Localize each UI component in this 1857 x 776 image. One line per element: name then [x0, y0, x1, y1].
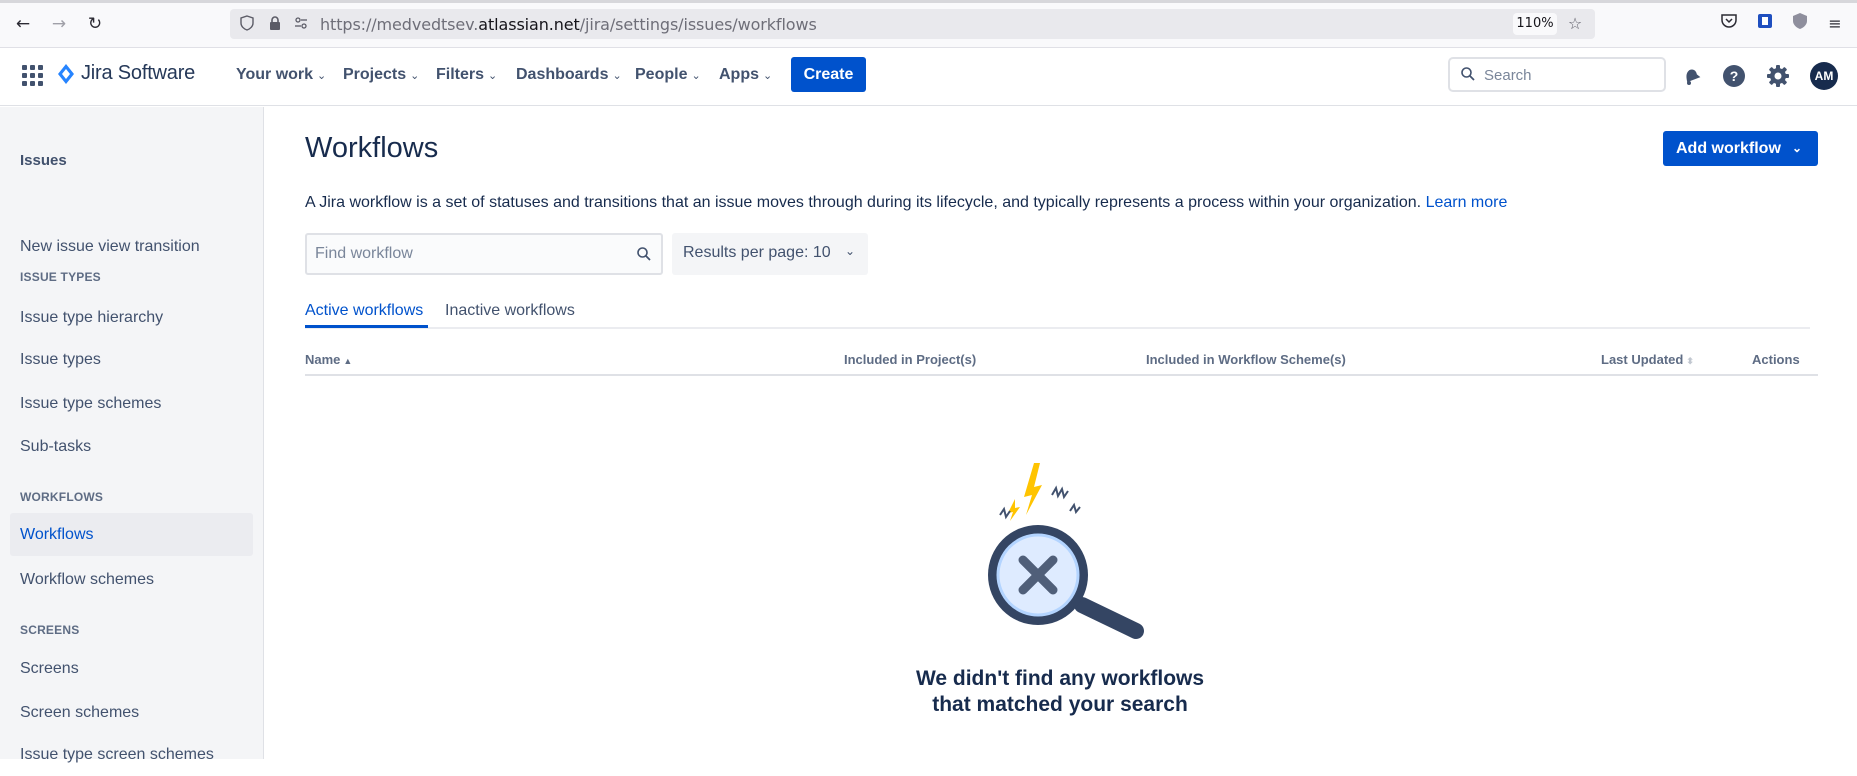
add-workflow-button[interactable]: Add workflow ⌄	[1663, 131, 1818, 166]
sidebar-section-screens: SCREENS	[20, 623, 80, 637]
tab-active-workflows[interactable]: Active workflows	[305, 302, 423, 320]
page-title: Workflows	[305, 132, 439, 164]
app-switcher-icon[interactable]	[22, 65, 44, 87]
nav-label: Filters	[436, 66, 485, 83]
add-workflow-label: Add workflow	[1676, 140, 1781, 157]
bookmark-star-icon[interactable]: ☆	[1566, 15, 1584, 33]
sidebar-title: Issues	[20, 152, 67, 169]
logo-text: Jira Software	[81, 62, 196, 84]
tab-inactive-workflows[interactable]: Inactive workflows	[445, 302, 575, 320]
chevron-down-icon: ⌄	[488, 70, 498, 82]
column-header-workflow-schemes: Included in Workflow Scheme(s)	[1146, 352, 1346, 367]
url-domain: atlassian.net	[478, 15, 580, 34]
sidebar-item-screens[interactable]: Screens	[10, 647, 253, 690]
zoom-level[interactable]: 110%	[1513, 13, 1557, 35]
sidebar-item-sub-tasks[interactable]: Sub-tasks	[10, 425, 253, 468]
menu-icon[interactable]: ≡	[1823, 12, 1847, 36]
empty-state-message: We didn't find any workflows that matche…	[880, 666, 1240, 718]
sidebar-item-issue-types[interactable]: Issue types	[10, 338, 253, 381]
page-description: A Jira workflow is a set of statuses and…	[305, 194, 1507, 212]
shield-icon[interactable]	[238, 15, 256, 33]
nav-people[interactable]: People ⌄	[635, 66, 701, 84]
lock-icon[interactable]	[266, 15, 284, 33]
column-label: Name	[305, 352, 341, 367]
reload-icon[interactable]: ↻	[83, 12, 107, 36]
back-icon[interactable]: ←	[11, 12, 35, 36]
column-header-last-updated[interactable]: Last Updated ⬍	[1601, 352, 1694, 367]
search-icon	[1461, 67, 1475, 81]
sort-icon: ⬍	[1686, 356, 1694, 366]
nav-apps[interactable]: Apps ⌄	[719, 66, 772, 84]
chevron-down-icon: ⌄	[612, 70, 622, 82]
sidebar-item-issue-type-screen-schemes[interactable]: Issue type screen schemes	[10, 733, 253, 776]
jira-diamond-icon	[58, 63, 74, 84]
learn-more-link[interactable]: Learn more	[1426, 194, 1508, 211]
search-icon	[637, 247, 651, 261]
address-bar[interactable]: https://medvedtsev.atlassian.net/jira/se…	[230, 9, 1595, 39]
permissions-icon[interactable]	[292, 15, 310, 33]
results-per-page-value: Results per page: 10	[683, 244, 831, 261]
sidebar-section-issue-types: ISSUE TYPES	[20, 270, 101, 284]
nav-projects[interactable]: Projects ⌄	[343, 66, 419, 84]
chevron-down-icon: ⌄	[1791, 141, 1802, 155]
url-text[interactable]: https://medvedtsev.atlassian.net/jira/se…	[320, 15, 817, 34]
forward-icon[interactable]: →	[47, 12, 71, 36]
sidebar: Issues New issue view transition ISSUE T…	[0, 107, 264, 763]
jira-logo[interactable]: Jira Software	[57, 62, 195, 85]
nav-label: Apps	[719, 66, 759, 83]
description-text: A Jira workflow is a set of statuses and…	[305, 194, 1422, 211]
empty-state-line-2: that matched your search	[932, 693, 1188, 716]
top-navigation: Jira Software Your work ⌄ Projects ⌄ Filte…	[0, 48, 1857, 106]
sidebar-item-workflows[interactable]: Workflows	[10, 513, 253, 556]
browser-tab-strip	[0, 0, 1857, 3]
search-placeholder: Search	[1484, 67, 1532, 84]
create-button[interactable]: Create	[791, 57, 866, 92]
sidebar-item-new-issue-view-transition[interactable]: New issue view transition	[10, 225, 253, 268]
find-workflow-input[interactable]: Find workflow	[305, 233, 663, 275]
chevron-down-icon: ⌄	[844, 244, 855, 258]
nav-label: People	[635, 66, 688, 83]
nav-label: Your work	[236, 66, 314, 83]
nav-dashboards[interactable]: Dashboards ⌄	[516, 66, 622, 84]
column-header-name[interactable]: Name ▲	[305, 352, 352, 367]
svg-text:?: ?	[1730, 68, 1739, 84]
results-per-page-select[interactable]: Results per page: 10 ⌄	[672, 233, 868, 275]
url-path: /jira/settings/issues/workflows	[579, 15, 817, 34]
sidebar-item-issue-type-schemes[interactable]: Issue type schemes	[10, 382, 253, 425]
search-input[interactable]: Search	[1448, 57, 1666, 92]
sort-ascending-icon: ▲	[343, 356, 353, 366]
find-workflow-placeholder: Find workflow	[315, 245, 413, 262]
column-header-projects: Included in Project(s)	[844, 352, 977, 367]
extension-shield-icon[interactable]	[1788, 12, 1812, 36]
chevron-down-icon: ⌄	[691, 70, 701, 82]
active-tab-indicator	[305, 325, 428, 328]
avatar[interactable]: AM	[1810, 62, 1838, 90]
help-icon[interactable]: ?	[1720, 62, 1748, 90]
chevron-down-icon: ⌄	[317, 70, 327, 82]
sidebar-item-issue-type-hierarchy[interactable]: Issue type hierarchy	[10, 296, 253, 339]
no-results-magnifier-icon	[988, 463, 1144, 639]
settings-gear-icon[interactable]	[1764, 62, 1792, 90]
sidebar-section-workflows: WORKFLOWS	[20, 490, 104, 504]
column-header-actions: Actions	[1752, 352, 1800, 367]
column-label: Last Updated	[1601, 352, 1684, 367]
tab-divider	[305, 327, 1810, 329]
nav-label: Projects	[343, 66, 407, 83]
chevron-down-icon: ⌄	[763, 70, 773, 82]
browser-toolbar: ← → ↻ https://medvedtsev.atlassian.net/j…	[0, 0, 1857, 48]
extension-blue-icon[interactable]	[1753, 12, 1777, 36]
nav-your-work[interactable]: Your work ⌄	[236, 66, 326, 84]
sidebar-item-screen-schemes[interactable]: Screen schemes	[10, 691, 253, 734]
pocket-icon[interactable]	[1717, 12, 1741, 36]
url-prefix: https://medvedtsev.	[320, 15, 479, 34]
sidebar-item-workflow-schemes[interactable]: Workflow schemes	[10, 558, 253, 601]
empty-state-line-1: We didn't find any workflows	[915, 667, 1205, 690]
nav-label: Dashboards	[516, 66, 609, 83]
notifications-icon[interactable]	[1677, 62, 1705, 90]
table-header-divider	[305, 374, 1818, 376]
nav-filters[interactable]: Filters ⌄	[436, 66, 497, 84]
chevron-down-icon: ⌄	[410, 70, 420, 82]
